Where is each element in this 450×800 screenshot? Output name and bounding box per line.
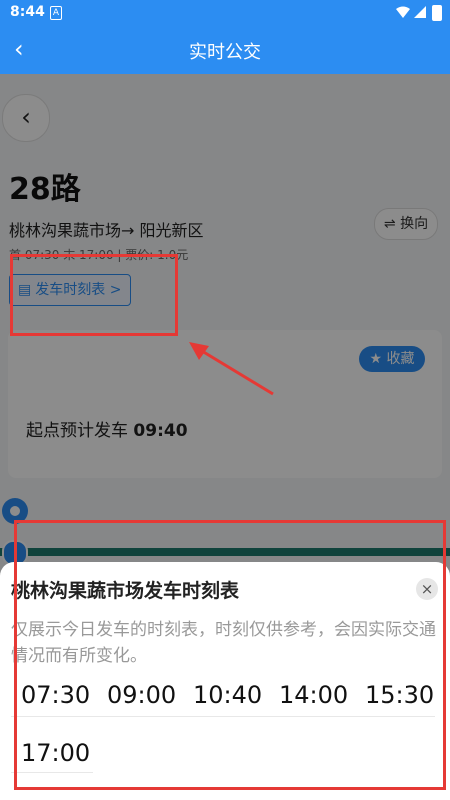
highlight-box-timetable-sheet xyxy=(14,520,446,790)
status-bar: 8:44 A xyxy=(0,0,450,26)
app-bar: ‹ 实时公交 xyxy=(0,26,450,74)
wifi-icon xyxy=(396,6,410,18)
highlight-box-timetable-button xyxy=(10,254,178,336)
sim-icon: A xyxy=(50,6,62,20)
signal-icon xyxy=(414,6,426,18)
status-time: 8:44 xyxy=(10,4,45,20)
page-title: 实时公交 xyxy=(189,42,261,63)
annotation-arrow-icon xyxy=(189,342,274,396)
battery-icon xyxy=(432,5,442,21)
